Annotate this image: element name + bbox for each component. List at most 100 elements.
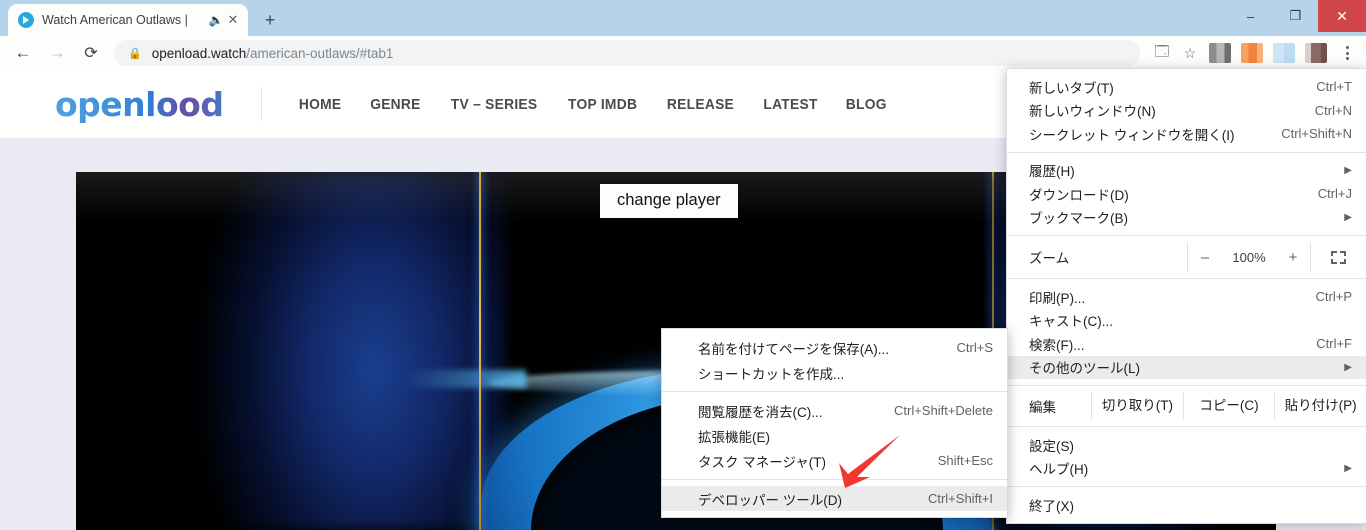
menu-item-accel: Ctrl+J (1317, 186, 1352, 202)
zoom-controls: – 100% + (1187, 242, 1310, 272)
fullscreen-button[interactable] (1310, 242, 1366, 272)
browser-toolbar: ← → ⟳ 🔒 openload.watch/american-outlaws/… (0, 36, 1366, 70)
url-text: openload.watch/american-outlaws/#tab1 (152, 46, 394, 61)
extension-icon-4[interactable] (1305, 43, 1327, 63)
menu-item-label: 新しいタブ(T) (1029, 80, 1114, 96)
back-icon[interactable]: ← (6, 36, 40, 70)
tab-title: Watch American Outlaws | (42, 13, 188, 27)
menu-item-new-tab[interactable]: 新しいタブ(T) Ctrl+T (1007, 75, 1366, 99)
menu-item-find[interactable]: 検索(F)... Ctrl+F (1007, 332, 1366, 356)
menu-separator (1007, 426, 1366, 427)
menu-separator (1007, 385, 1366, 386)
menu-item-downloads[interactable]: ダウンロード(D) Ctrl+J (1007, 182, 1366, 206)
menu-item-label: 終了(X) (1029, 498, 1074, 514)
menu-separator (1007, 151, 1366, 153)
address-bar[interactable]: 🔒 openload.watch/american-outlaws/#tab1 (114, 40, 1140, 66)
menu-item-accel: Ctrl+N (1314, 102, 1352, 118)
menu-item-label: ヘルプ(H) (1029, 462, 1089, 478)
menu-item-label: 名前を付けてページを保存(A)... (698, 341, 889, 357)
submenu-item-save-page-as[interactable]: 名前を付けてページを保存(A)... Ctrl+S (662, 335, 1007, 360)
nav-item-home[interactable]: HOME (288, 96, 353, 113)
close-icon[interactable]: ✕ (224, 12, 242, 28)
submenu-item-create-shortcut[interactable]: ショートカットを作成... (662, 360, 1007, 385)
window-controls: – ❐ ✕ (1228, 0, 1366, 32)
menu-zoom-row: ズーム – 100% + (1007, 242, 1366, 272)
menu-item-label: シークレット ウィンドウを開く(I) (1029, 127, 1235, 143)
extension-icon-1[interactable] (1209, 43, 1231, 63)
zoom-out-button[interactable]: – (1188, 249, 1222, 266)
video-glow-left (176, 172, 506, 530)
lock-icon: 🔒 (128, 47, 142, 60)
browser-window: Watch American Outlaws | 🔈 ✕ + – ❐ ✕ ← →… (0, 0, 1366, 530)
cut-button[interactable]: 切り取り(T) (1091, 392, 1183, 420)
menu-item-label: 新しいウィンドウ(N) (1029, 104, 1156, 120)
annotation-arrow-icon (839, 435, 900, 488)
menu-item-accel: Ctrl+Shift+N (1281, 126, 1352, 142)
menu-edit-row: 編集 切り取り(T) コピー(C) 貼り付け(P) (1007, 392, 1366, 420)
nav-item-tv-series[interactable]: TV – SERIES (439, 96, 548, 113)
new-tab-button[interactable]: + (256, 6, 284, 34)
nav-item-release[interactable]: RELEASE (656, 96, 745, 113)
menu-item-accel: Ctrl+T (1316, 79, 1352, 95)
paste-button[interactable]: 貼り付け(P) (1274, 392, 1366, 420)
bookmark-star-icon[interactable]: ☆ (1176, 39, 1204, 67)
menu-item-print[interactable]: 印刷(P)... Ctrl+P (1007, 285, 1366, 309)
menu-item-label: その他のツール(L) (1029, 361, 1140, 377)
zoom-in-button[interactable]: + (1276, 249, 1310, 266)
menu-item-accel: Ctrl+F (1316, 336, 1352, 352)
maximize-button[interactable]: ❐ (1273, 0, 1318, 32)
url-domain: openload.watch (151, 45, 247, 61)
menu-separator (662, 391, 1007, 392)
menu-item-new-window[interactable]: 新しいウィンドウ(N) Ctrl+N (1007, 99, 1366, 123)
url-path: /american-outlaws/#tab1 (246, 45, 394, 61)
menu-item-cast[interactable]: キャスト(C)... (1007, 309, 1366, 333)
video-beam (406, 370, 526, 388)
nav-item-blog[interactable]: BLOG (835, 96, 898, 113)
edit-label: 編集 (1029, 400, 1056, 415)
menu-separator (1007, 235, 1366, 236)
menu-item-help[interactable]: ヘルプ(H) ▶ (1007, 457, 1366, 481)
chrome-main-menu: 新しいタブ(T) Ctrl+T 新しいウィンドウ(N) Ctrl+N シークレッ… (1006, 68, 1366, 524)
menu-item-history[interactable]: 履歴(H) ▶ (1007, 159, 1366, 183)
menu-item-exit[interactable]: 終了(X) (1007, 493, 1366, 517)
reload-icon[interactable]: ⟳ (74, 36, 108, 70)
browser-tab[interactable]: Watch American Outlaws | 🔈 ✕ (8, 4, 248, 36)
menu-item-label: 履歴(H) (1029, 164, 1075, 180)
translate-icon[interactable]: 🗔 (1148, 39, 1176, 67)
chevron-right-icon: ▶ (1344, 211, 1352, 223)
menu-item-accel: Ctrl+Shift+I (927, 491, 993, 506)
menu-separator (1007, 486, 1366, 487)
speaker-icon[interactable]: 🔈 (208, 13, 224, 27)
chevron-right-icon: ▶ (1344, 462, 1352, 474)
nav-item-genre[interactable]: GENRE (359, 96, 432, 113)
nav-item-latest[interactable]: LATEST (752, 96, 828, 113)
zoom-label: ズーム (1029, 251, 1070, 266)
change-player-button[interactable]: change player (600, 184, 738, 218)
forward-icon[interactable]: → (40, 36, 74, 70)
nav-item-top-imdb[interactable]: TOP IMDB (557, 96, 648, 113)
extension-icon-3[interactable] (1273, 43, 1295, 63)
menu-item-more-tools[interactable]: その他のツール(L) ▶ (1007, 355, 1366, 379)
menu-separator (1007, 278, 1366, 279)
extension-icon-2[interactable] (1241, 43, 1263, 63)
kebab-menu-icon[interactable] (1332, 46, 1362, 60)
minimize-button[interactable]: – (1228, 0, 1273, 32)
copy-button[interactable]: コピー(C) (1182, 392, 1275, 420)
menu-item-settings[interactable]: 設定(S) (1007, 433, 1366, 457)
menu-item-label: キャスト(C)... (1029, 314, 1113, 330)
submenu-item-clear-browsing-data[interactable]: 閲覧履歴を消去(C)... Ctrl+Shift+Delete (662, 398, 1007, 423)
chevron-right-icon: ▶ (1344, 164, 1352, 176)
menu-item-new-incognito-window[interactable]: シークレット ウィンドウを開く(I) Ctrl+Shift+N (1007, 122, 1366, 146)
play-circle-icon (18, 12, 34, 28)
menu-item-label: 検索(F)... (1029, 337, 1085, 353)
header-divider (261, 87, 263, 121)
window-close-button[interactable]: ✕ (1318, 0, 1366, 32)
site-logo[interactable]: openlood (55, 85, 224, 124)
menu-item-accel: Ctrl+S (956, 340, 993, 355)
tab-strip: Watch American Outlaws | 🔈 ✕ + – ❐ ✕ (0, 0, 1366, 36)
menu-item-bookmarks[interactable]: ブックマーク(B) ▶ (1007, 206, 1366, 230)
zoom-value: 100% (1232, 249, 1266, 265)
menu-item-label: 印刷(P)... (1029, 290, 1086, 306)
toolbar-right: 🗔 ☆ (1148, 39, 1366, 67)
menu-item-label: ブックマーク(B) (1029, 211, 1128, 227)
